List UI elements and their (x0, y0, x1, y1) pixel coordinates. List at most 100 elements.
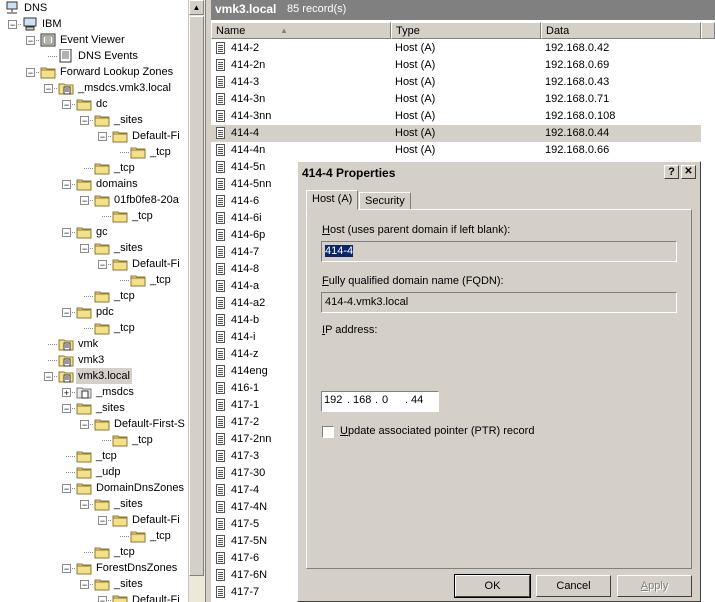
tree-item[interactable]: − Forward Lookup Zones (0, 64, 188, 80)
tree-item[interactable]: + _msdcs (0, 384, 188, 400)
collapse-icon[interactable]: − (44, 84, 53, 94)
record-row[interactable]: 414-2 Host (A) 192.168.0.42 (211, 40, 701, 57)
close-button[interactable]: ✕ (681, 165, 696, 179)
tree-item[interactable]: − _sites (0, 496, 188, 512)
tree-item[interactable]: _tcp (0, 160, 188, 176)
collapse-icon[interactable]: − (8, 20, 17, 30)
apply-button[interactable]: Apply (617, 575, 692, 597)
collapse-icon[interactable]: − (98, 596, 107, 602)
tree-item[interactable]: _tcp (0, 208, 188, 224)
ptr-checkbox-label[interactable]: Update associated pointer (PTR) record (340, 425, 534, 437)
tree-item[interactable]: _tcp (0, 448, 188, 464)
collapse-icon[interactable]: − (62, 484, 71, 494)
ip-address-field[interactable]: 192 . 168 . 0 . 44 (321, 391, 439, 412)
collapse-icon[interactable]: − (80, 196, 89, 206)
column-header-name[interactable]: Name ▲ (211, 22, 391, 39)
tree-item[interactable]: − Default-Fi (0, 128, 188, 144)
tree-item[interactable]: − _sites (0, 400, 188, 416)
cancel-button[interactable]: Cancel (536, 575, 611, 597)
tree-item[interactable]: − _sites (0, 240, 188, 256)
tree-item-label: _tcp (114, 162, 135, 174)
collapse-icon[interactable]: − (44, 372, 53, 382)
collapse-icon[interactable]: − (80, 420, 89, 430)
tree-item[interactable]: _tcp (0, 144, 188, 160)
tree-item[interactable]: − IBM (0, 16, 188, 32)
collapse-icon[interactable]: − (80, 116, 89, 126)
tree-item[interactable]: _tcp (0, 272, 188, 288)
folder-icon (76, 305, 92, 319)
tree-item[interactable]: − Default-Fi (0, 256, 188, 272)
tree-item[interactable]: − Default-Fi (0, 512, 188, 528)
collapse-icon[interactable]: − (62, 228, 71, 238)
ip-octet-1[interactable]: 192 (324, 394, 342, 406)
collapse-icon[interactable]: − (62, 404, 71, 414)
tree-item[interactable]: − gc (0, 224, 188, 240)
tree-item[interactable]: − DomainDnsZones (0, 480, 188, 496)
tree-item[interactable]: − Default-Fi (0, 592, 188, 602)
tree-item-label: _sites (114, 498, 143, 510)
collapse-icon[interactable]: − (62, 180, 71, 190)
tree-item[interactable]: _tcp (0, 432, 188, 448)
tree-item[interactable]: − _sites (0, 112, 188, 128)
ip-octet-2[interactable]: 168 (353, 394, 371, 406)
tree-item[interactable]: − pdc (0, 304, 188, 320)
tree-item-label: Default-Fi (132, 514, 180, 526)
collapse-icon[interactable]: − (80, 244, 89, 254)
tree-item[interactable]: − domains (0, 176, 188, 192)
collapse-icon[interactable]: − (26, 36, 35, 46)
properties-dialog: 414-4 Properties ? ✕ Host (A) Security H… (297, 161, 701, 602)
ip-octet-4[interactable]: 44 (411, 394, 423, 406)
tree-item[interactable]: _udp (0, 464, 188, 480)
tree-item[interactable]: − vmk3.local (0, 368, 188, 384)
record-name: 414-i (231, 331, 256, 343)
tree-connector (84, 296, 93, 297)
record-row[interactable]: 414-3n Host (A) 192.168.0.71 (211, 91, 701, 108)
collapse-icon[interactable]: − (62, 308, 71, 318)
column-header-data[interactable]: Data (541, 22, 701, 39)
tree-item[interactable]: − 01fb0fe8-20a (0, 192, 188, 208)
tree-item[interactable]: − ForestDnsZones (0, 560, 188, 576)
tree-item[interactable]: − _sites (0, 576, 188, 592)
tree-item[interactable]: _tcp (0, 288, 188, 304)
ok-button[interactable]: OK (454, 574, 531, 598)
record-row[interactable]: 414-2n Host (A) 192.168.0.69 (211, 57, 701, 74)
tree-item[interactable]: − Default-First-S (0, 416, 188, 432)
zone-icon (58, 353, 74, 367)
record-row[interactable]: 414-4 Host (A) 192.168.0.44 (211, 125, 701, 142)
ip-octet-3[interactable]: 0 (382, 394, 388, 406)
tree-item[interactable]: DNS Events (0, 48, 188, 64)
collapse-icon[interactable]: − (98, 132, 107, 142)
record-row[interactable]: 414-3 Host (A) 192.168.0.43 (211, 74, 701, 91)
collapse-icon[interactable]: − (62, 100, 71, 110)
ptr-checkbox[interactable] (322, 426, 334, 438)
scroll-up-arrow-icon[interactable]: ▲ (189, 0, 204, 15)
tree-item[interactable]: − Event Viewer (0, 32, 188, 48)
host-record-icon (216, 535, 225, 547)
help-button[interactable]: ? (664, 165, 679, 179)
collapse-icon[interactable]: − (80, 500, 89, 510)
tree-item[interactable]: − _msdcs.vmk3.local (0, 80, 188, 96)
tree-item[interactable]: _tcp (0, 320, 188, 336)
tab-host-a[interactable]: Host (A) (306, 190, 359, 210)
tree-item[interactable]: vmk3 (0, 352, 188, 368)
collapse-icon[interactable]: − (98, 260, 107, 270)
scroll-thumb[interactable] (189, 16, 204, 576)
record-row[interactable]: 414-4n Host (A) 192.168.0.66 (211, 142, 701, 159)
tree-item[interactable]: −DNS (0, 0, 188, 16)
tree-item[interactable]: vmk (0, 336, 188, 352)
tree-item[interactable]: − dc (0, 96, 188, 112)
column-header-type[interactable]: Type (391, 22, 541, 39)
tree-item[interactable]: _tcp (0, 528, 188, 544)
dialog-titlebar[interactable]: 414-4 Properties ? ✕ (300, 164, 698, 182)
host-field[interactable]: 414-4 (321, 241, 677, 262)
collapse-icon[interactable]: − (62, 564, 71, 574)
expand-icon[interactable]: + (62, 388, 71, 398)
tree-scrollbar[interactable]: ▲ (188, 0, 205, 602)
tab-security[interactable]: Security (359, 192, 411, 210)
record-row[interactable]: 414-3nn Host (A) 192.168.0.108 (211, 108, 701, 125)
tree-item-label: _tcp (150, 274, 171, 286)
collapse-icon[interactable]: − (26, 68, 35, 78)
collapse-icon[interactable]: − (80, 580, 89, 590)
collapse-icon[interactable]: − (98, 516, 107, 526)
tree-item[interactable]: _tcp (0, 544, 188, 560)
